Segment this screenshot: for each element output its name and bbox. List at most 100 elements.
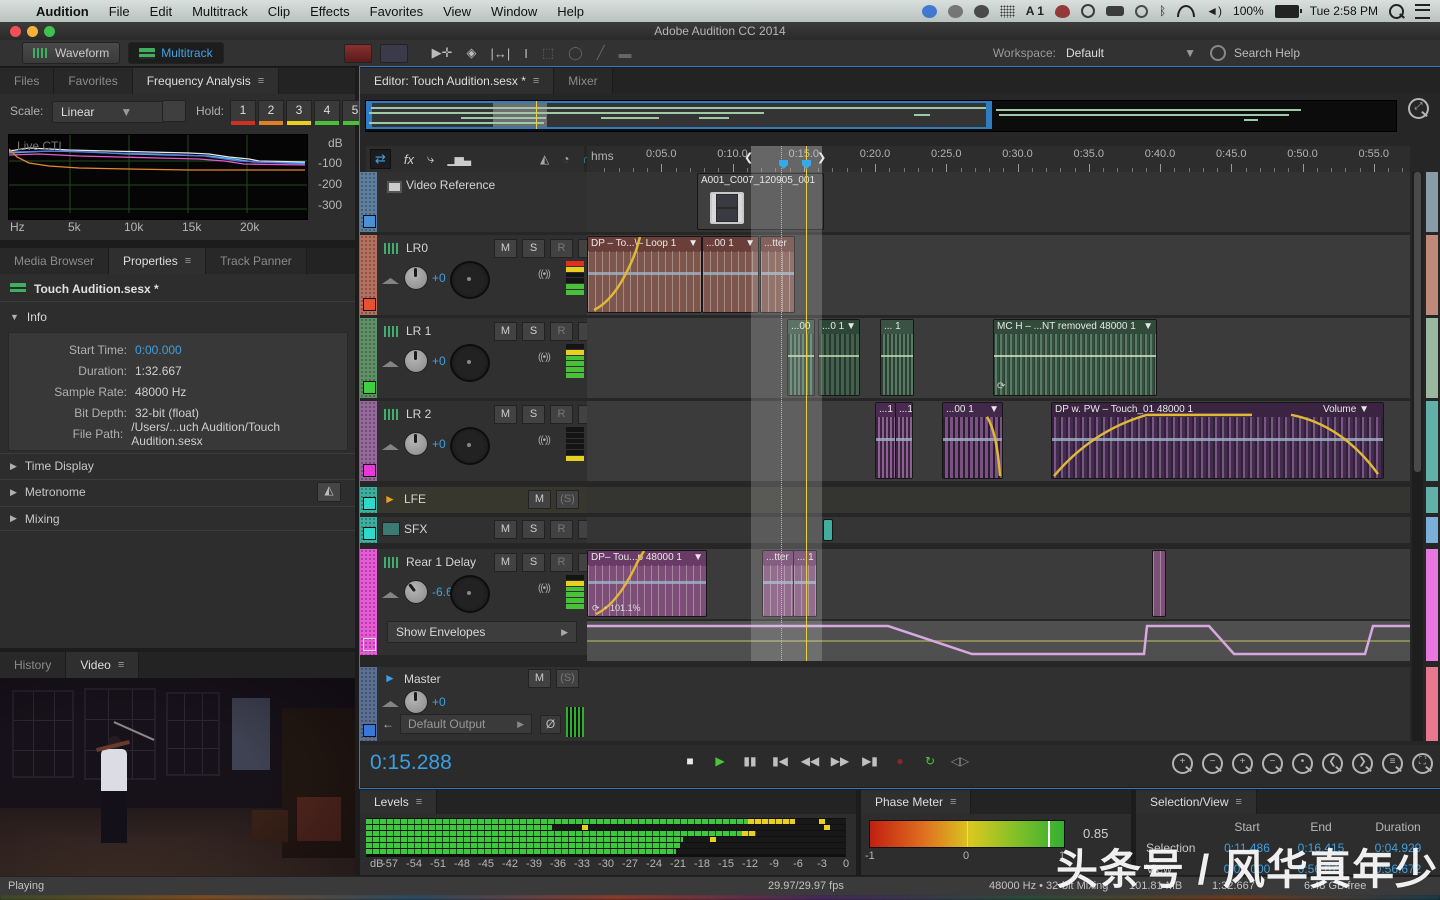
sends-icon[interactable]: ((•)) bbox=[538, 269, 550, 280]
tab-frequency-analysis[interactable]: Frequency Analysis≡ bbox=[133, 68, 279, 94]
mute-button[interactable]: M bbox=[528, 490, 551, 509]
marquee-tool-icon[interactable]: ⬚ bbox=[542, 45, 554, 61]
solo-button[interactable]: S bbox=[522, 405, 545, 424]
mute-button[interactable]: M bbox=[494, 322, 517, 341]
panel-menu-icon[interactable]: ≡ bbox=[185, 255, 191, 267]
audio-clip[interactable]: ...1 bbox=[875, 402, 896, 479]
zoom-amplitude-in-button[interactable]: + bbox=[1232, 753, 1253, 774]
menu-audition[interactable]: Audition bbox=[26, 4, 99, 19]
zoom-strip[interactable] bbox=[1426, 401, 1438, 481]
workspace-select[interactable]: Default▼ bbox=[1066, 46, 1196, 60]
menu-clock[interactable]: Tue 2:58 PM bbox=[1310, 4, 1378, 18]
timeline-ruler[interactable]: hms ❮ ❯ 0:05.00:10.00:15.00:20.00:25.00:… bbox=[587, 146, 1410, 172]
track-name[interactable]: LR 1 bbox=[406, 324, 431, 338]
audio-clip[interactable]: DP – To...\– Loop 1 ▼ bbox=[587, 236, 702, 313]
track-swatch[interactable] bbox=[363, 497, 376, 510]
adobe-cc-icon[interactable]: A 1 bbox=[1026, 4, 1044, 18]
zoom-out-button[interactable]: − bbox=[1202, 753, 1223, 774]
metronome-toggle-icon[interactable]: ◭ bbox=[540, 152, 549, 166]
waveform-display-button[interactable] bbox=[380, 44, 408, 63]
sync-status-icon[interactable] bbox=[922, 5, 937, 18]
panel-menu-icon[interactable]: ≡ bbox=[416, 796, 422, 808]
track-name[interactable]: LR 2 bbox=[406, 407, 431, 421]
info-section-header[interactable]: ▼Info bbox=[10, 310, 47, 324]
track-header-lfe[interactable]: ► LFE M (S) bbox=[360, 487, 587, 513]
tab-files[interactable]: Files bbox=[0, 68, 54, 94]
notification-center-icon[interactable] bbox=[1415, 4, 1430, 19]
audio-clip[interactable]: ...1 bbox=[895, 402, 913, 479]
tab-levels[interactable]: Levels≡ bbox=[360, 790, 437, 814]
track-content-lfe[interactable] bbox=[587, 487, 1410, 513]
record-timer-icon[interactable]: ◔ bbox=[562, 152, 569, 166]
app-status-icon[interactable] bbox=[974, 5, 989, 18]
goto-next-button[interactable]: ▶▮ bbox=[858, 751, 882, 771]
panel-menu-icon[interactable]: ≡ bbox=[533, 75, 539, 87]
close-window-button[interactable] bbox=[10, 26, 21, 37]
audio-clip[interactable]: ... 1 ▼ bbox=[880, 319, 914, 396]
frequency-graph[interactable]: Live CTI bbox=[8, 134, 308, 220]
surround-panner[interactable] bbox=[450, 427, 490, 465]
track-name[interactable]: LFE bbox=[404, 492, 426, 506]
tab-media-browser[interactable]: Media Browser bbox=[0, 248, 109, 274]
mute-button[interactable]: M bbox=[528, 669, 551, 688]
menu-clip[interactable]: Clip bbox=[258, 4, 300, 19]
audio-clip[interactable]: DP w. PW – Touch_01 48000 1 Volume ▼ bbox=[1051, 402, 1384, 479]
move-tool-icon[interactable]: ▶✛ bbox=[432, 45, 453, 61]
tab-favorites[interactable]: Favorites bbox=[54, 68, 132, 94]
sends-icon[interactable]: ((•)) bbox=[538, 583, 550, 594]
spotlight-icon[interactable] bbox=[1389, 4, 1404, 19]
track-name[interactable]: Rear 1 Delay bbox=[406, 555, 476, 569]
brush-tool-icon[interactable]: ╱ bbox=[597, 45, 605, 61]
track-swatch[interactable] bbox=[363, 724, 376, 737]
output-select[interactable]: Default Output▶ bbox=[400, 714, 532, 734]
menu-favorites[interactable]: Favorites bbox=[360, 4, 433, 19]
menu-help[interactable]: Help bbox=[547, 4, 594, 19]
rewind-button[interactable]: ◀◀ bbox=[798, 751, 822, 771]
solo-button[interactable]: S bbox=[522, 553, 545, 572]
audio-clip[interactable]: DP– Tou...p 48000 1 ▼ ⟳ ◔ 101.1% bbox=[587, 550, 707, 617]
menu-multitrack[interactable]: Multitrack bbox=[182, 4, 258, 19]
show-envelopes-dropdown[interactable]: Show Envelopes▶ bbox=[387, 621, 577, 643]
tab-video[interactable]: Video≡ bbox=[66, 652, 139, 678]
mute-button[interactable]: M bbox=[494, 553, 517, 572]
skip-selection-button[interactable]: ◁▷ bbox=[948, 751, 972, 771]
goto-previous-button[interactable]: ▮◀ bbox=[768, 751, 792, 771]
record-arm-button[interactable]: R bbox=[550, 322, 573, 341]
keyboard-icon[interactable] bbox=[1106, 6, 1124, 16]
timeline-overview[interactable] bbox=[365, 100, 1397, 132]
record-arm-button[interactable]: R bbox=[550, 553, 573, 572]
gain-value[interactable]: +0 bbox=[432, 695, 446, 709]
volume-knob[interactable] bbox=[404, 432, 428, 456]
zoom-out-point-button[interactable]: ❯ bbox=[1352, 753, 1373, 774]
hold-button[interactable]: 4 bbox=[314, 100, 340, 122]
menu-view[interactable]: View bbox=[433, 4, 481, 19]
multitrack-view-button[interactable]: Multitrack bbox=[128, 42, 223, 64]
metronome-section[interactable]: ▶Metronome ◭ bbox=[0, 479, 355, 504]
time-display[interactable]: 0:15.288 bbox=[370, 751, 452, 775]
tab-track-panner[interactable]: Track Panner bbox=[206, 248, 307, 274]
record-button[interactable]: ● bbox=[888, 751, 912, 771]
spectral-display-button[interactable] bbox=[344, 44, 372, 63]
solo-safe-button[interactable]: (S) bbox=[556, 490, 579, 509]
zoom-strip[interactable] bbox=[1426, 667, 1438, 741]
video-preview[interactable] bbox=[0, 678, 355, 900]
track-swatch[interactable] bbox=[363, 298, 376, 311]
audio-clip[interactable]: MC H – ...NT removed 48000 1 ▼ ⟳ bbox=[993, 319, 1157, 396]
mute-button[interactable]: M bbox=[494, 239, 517, 258]
time-selection-tool-icon[interactable]: |↔| bbox=[490, 46, 510, 61]
track-header-sfx[interactable]: SFX M S R I bbox=[360, 517, 587, 543]
zoom-in-button[interactable]: + bbox=[1172, 753, 1193, 774]
panel-menu-icon[interactable]: ≡ bbox=[950, 796, 956, 808]
tab-selection-view[interactable]: Selection/View≡ bbox=[1136, 790, 1257, 814]
tab-mixer[interactable]: Mixer bbox=[554, 68, 612, 94]
play-button[interactable]: ▶ bbox=[708, 751, 732, 771]
zoom-strip[interactable] bbox=[1426, 172, 1438, 232]
metronome-icon[interactable]: ◭ bbox=[317, 482, 341, 502]
audio-clip[interactable]: ...00 1 ▼ bbox=[942, 402, 1003, 479]
solo-button[interactable]: S bbox=[522, 520, 545, 539]
surround-panner[interactable] bbox=[450, 261, 490, 299]
solo-button[interactable]: S bbox=[522, 239, 545, 258]
record-arm-button[interactable]: R bbox=[550, 405, 573, 424]
zoom-reset-button[interactable]: • bbox=[1292, 753, 1313, 774]
zoom-full-button[interactable]: ⛶ bbox=[1412, 753, 1433, 774]
